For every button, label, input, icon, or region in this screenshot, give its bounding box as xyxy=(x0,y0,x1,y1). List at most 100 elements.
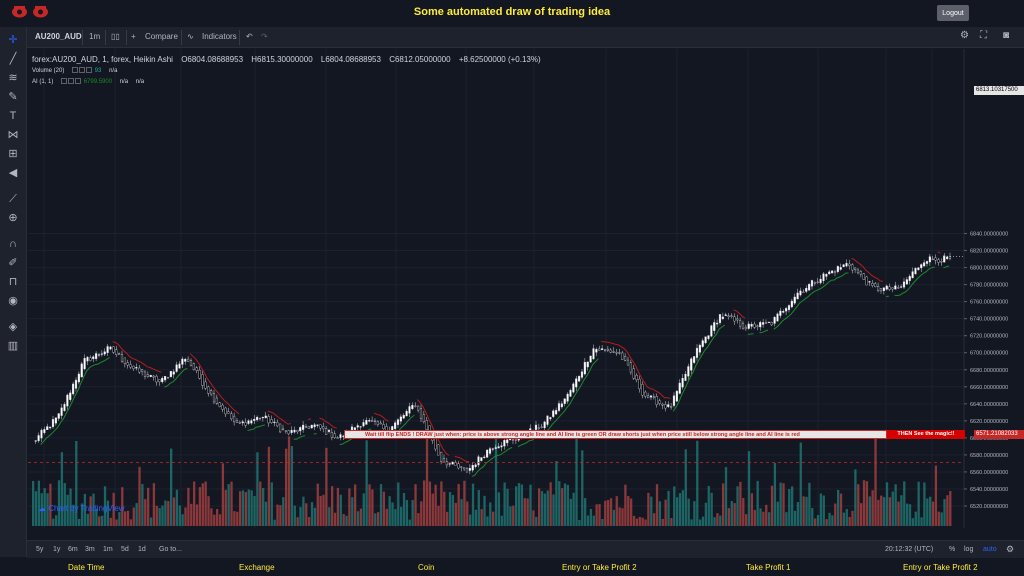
percent-toggle[interactable]: % xyxy=(949,546,955,553)
candle-body xyxy=(313,424,316,428)
candle-body xyxy=(141,369,144,372)
goto-button[interactable]: Go to... xyxy=(159,546,182,553)
volume-bar xyxy=(880,495,883,526)
volume-bar xyxy=(678,493,682,526)
candle-body xyxy=(808,284,811,291)
watermark-text: Chart by TradingView xyxy=(48,504,125,513)
range-1y[interactable]: 1y xyxy=(53,546,60,553)
candle-body xyxy=(540,426,543,428)
auto-toggle[interactable]: auto xyxy=(983,546,997,553)
volume-label[interactable]: Volume (20) xyxy=(32,68,64,74)
volume-bar xyxy=(765,504,768,526)
candle-body xyxy=(672,395,676,406)
legend-control-icon[interactable] xyxy=(72,67,79,73)
volume-bar xyxy=(563,483,567,526)
crosshair-icon[interactable]: ✛ xyxy=(5,32,21,48)
candle-body xyxy=(739,320,742,327)
volume-bar xyxy=(250,490,253,526)
range-6m[interactable]: 6m xyxy=(68,546,78,553)
candle-body xyxy=(155,375,158,383)
range-3m[interactable]: 3m xyxy=(85,546,95,553)
candle-body xyxy=(767,321,770,324)
fullscreen-icon[interactable]: ⛶ xyxy=(980,30,987,41)
settings-icon[interactable]: ⚙ xyxy=(960,30,969,41)
volume-bar xyxy=(670,518,673,526)
fib-icon[interactable]: ≋ xyxy=(5,70,21,86)
indicators-icon[interactable]: ∿ xyxy=(187,32,194,41)
ai-line xyxy=(747,333,754,335)
volume-bar xyxy=(178,505,181,526)
legend-control-icon[interactable] xyxy=(79,67,86,73)
y-tick-label: 6800.00000000 xyxy=(970,266,1008,272)
tradingview-watermark[interactable]: ☁ Chart by TradingView xyxy=(38,504,125,513)
magnet-icon[interactable]: ∩ xyxy=(5,236,21,252)
volume-bar xyxy=(55,515,58,526)
range-5d[interactable]: 5d xyxy=(121,546,129,553)
legend-control-icon[interactable] xyxy=(75,78,82,84)
volume-bar xyxy=(210,508,213,526)
indicators-button[interactable]: Indicators xyxy=(202,32,237,41)
candle-style-icon[interactable]: ▯▯ xyxy=(111,32,120,41)
ai-label[interactable]: AI (1, 1) xyxy=(32,79,53,85)
volume-bar xyxy=(908,504,912,526)
legend-control-icon[interactable] xyxy=(61,78,68,84)
compare-button[interactable]: Compare xyxy=(145,32,178,41)
candle-body xyxy=(480,457,483,461)
brush-icon[interactable]: ✎ xyxy=(5,89,21,105)
chart-canvas[interactable]: 6840.00000000 6820.00000000 6800.00000000 6… xyxy=(28,49,1024,528)
candle-body xyxy=(166,377,170,379)
ruler-icon[interactable]: ⟋ xyxy=(5,191,21,207)
volume-bar xyxy=(86,513,89,526)
volume-bar xyxy=(149,517,153,526)
zoom-in-icon[interactable]: ⊕ xyxy=(5,210,21,226)
ai-line xyxy=(937,251,941,254)
volume-bar xyxy=(405,500,409,526)
cloud-icon: ☁ xyxy=(38,504,46,513)
volume-bar xyxy=(394,509,397,526)
candle-body xyxy=(813,282,816,284)
volume-bar xyxy=(768,512,771,526)
redo-icon[interactable]: ↷ xyxy=(261,32,268,41)
volume-bar xyxy=(592,515,595,526)
series-title[interactable]: forex:AU200_AUD, 1, forex, Heikin Ashi xyxy=(32,55,173,64)
y-tick-label: 6620.00000000 xyxy=(970,419,1008,425)
lock-icon[interactable]: ⊓ xyxy=(5,274,21,290)
trash-icon[interactable]: ▥ xyxy=(5,338,21,354)
text-icon[interactable]: T xyxy=(5,108,21,124)
log-toggle[interactable]: log xyxy=(964,546,973,553)
ai-value-3: n/a xyxy=(135,78,145,85)
clock[interactable]: 20:12:32 (UTC) xyxy=(885,546,933,553)
price-chart[interactable]: 6840.00000000 6820.00000000 6800.00000000 6… xyxy=(28,49,1024,528)
settings-icon[interactable]: ⚙ xyxy=(1006,544,1014,555)
volume-bar xyxy=(566,484,570,526)
undo-icon[interactable]: ↶ xyxy=(246,32,253,41)
volume-bar xyxy=(828,512,831,526)
arrow-icon[interactable]: ◀ xyxy=(5,165,21,181)
compare-icon[interactable]: + xyxy=(131,32,136,41)
symbol-search[interactable]: AU200_AUD xyxy=(35,32,82,41)
candle-body xyxy=(943,255,946,263)
legend-control-icon[interactable] xyxy=(68,78,75,84)
eye-icon[interactable]: ◉ xyxy=(5,293,21,309)
lock-drawing-icon[interactable]: ✐ xyxy=(5,255,21,271)
volume-bar xyxy=(356,511,360,526)
pattern-icon[interactable]: ⋈ xyxy=(5,127,21,143)
range-5y[interactable]: 5y xyxy=(36,546,43,553)
volume-bar xyxy=(187,487,190,526)
logout-button[interactable]: Logout xyxy=(937,5,969,21)
layers-icon[interactable]: ◈ xyxy=(5,319,21,335)
trendline-icon[interactable]: ╱ xyxy=(5,51,21,67)
candle-body xyxy=(603,349,607,351)
range-1m[interactable]: 1m xyxy=(103,546,113,553)
ohlc-low: L6804.08688953 xyxy=(320,55,381,64)
camera-icon[interactable]: ◙ xyxy=(1003,30,1009,41)
candle-body xyxy=(218,402,221,407)
forecast-icon[interactable]: ⊞ xyxy=(5,146,21,162)
legend-control-icon[interactable] xyxy=(86,67,93,73)
candle-body xyxy=(399,416,402,422)
candle-body xyxy=(877,286,880,291)
range-1d[interactable]: 1d xyxy=(138,546,146,553)
ai-line xyxy=(189,353,240,415)
candle-body xyxy=(138,367,141,373)
interval-selector[interactable]: 1m xyxy=(89,32,100,41)
